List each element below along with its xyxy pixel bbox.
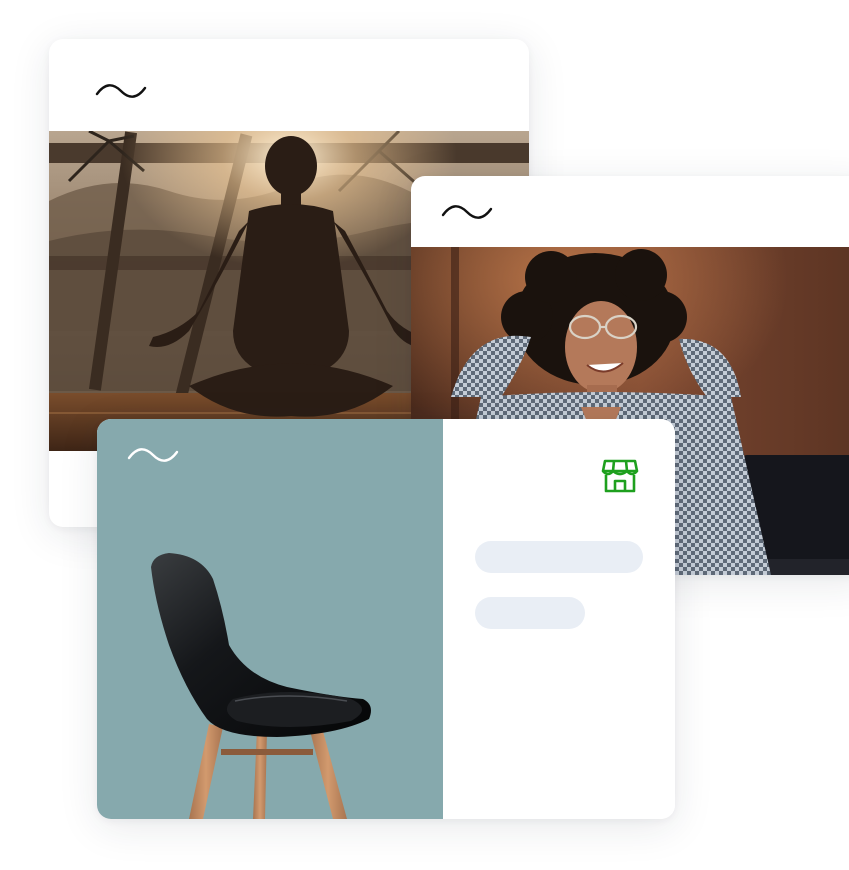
wave-logo-icon xyxy=(441,205,493,219)
product-title-placeholder xyxy=(475,541,643,573)
product-details-panel xyxy=(443,419,675,819)
product-price-placeholder xyxy=(475,597,585,629)
preview-stage xyxy=(0,0,849,870)
black-chair-photo xyxy=(151,553,371,819)
wave-logo-icon xyxy=(95,84,147,98)
wave-logo-icon xyxy=(127,448,179,462)
product-card[interactable] xyxy=(97,419,675,819)
storefront-icon[interactable] xyxy=(601,459,639,493)
product-image-panel[interactable] xyxy=(97,419,443,819)
